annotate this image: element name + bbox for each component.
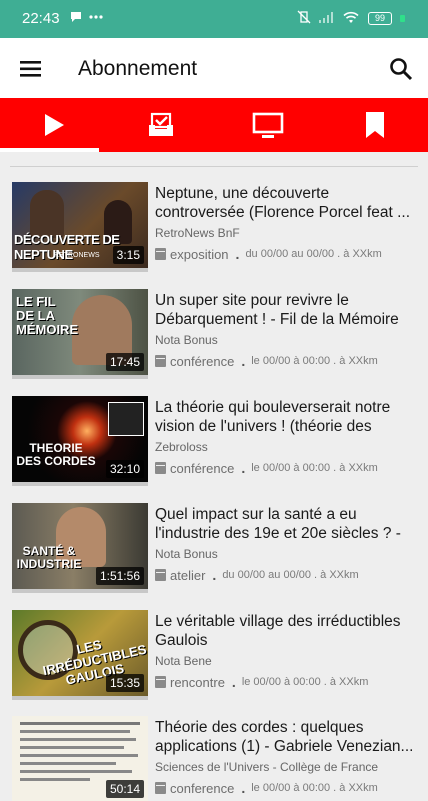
- video-thumbnail[interactable]: THEORIE DES CORDES 32:10: [12, 396, 148, 482]
- thumbnail-caption: SANTÉ & INDUSTRIE: [16, 544, 82, 571]
- menu-icon[interactable]: [18, 56, 44, 82]
- thumbnail-shadow: [12, 375, 148, 379]
- event-meta: exposition . du 00/00 au 00/00 . à XXkm: [155, 246, 382, 262]
- checkbox-tray-icon: [148, 112, 173, 136]
- status-time: 22:43: [22, 10, 60, 27]
- event-dates: du 00/00 au 00/00 . à XXkm: [222, 569, 359, 581]
- thumbnail-shadow: [12, 696, 148, 700]
- play-icon: [44, 114, 64, 136]
- tab-videos[interactable]: [0, 98, 107, 152]
- list-item[interactable]: THEORIE DES CORDES 32:10 La théorie qui …: [0, 396, 428, 500]
- tab-tasks[interactable]: [107, 98, 214, 152]
- app-bar: Abonnement: [0, 38, 428, 98]
- channel-name[interactable]: RetroNews BnF: [155, 226, 240, 240]
- list-divider: [10, 166, 418, 167]
- video-thumbnail[interactable]: 50:14: [12, 716, 148, 801]
- calendar-icon: [155, 782, 166, 794]
- event-dates: le 00/00 à 00:00 . à XXkm: [241, 676, 369, 688]
- thumbnail-shadow: [12, 589, 148, 593]
- thumbnail-subcaption: RETRONEWS: [54, 252, 100, 259]
- thumbnail-caption: LE FIL DE LA MÉMOIRE: [16, 294, 79, 337]
- video-thumbnail[interactable]: LE FIL DE LA MÉMOIRE 17:45: [12, 289, 148, 375]
- video-duration: 17:45: [105, 353, 144, 371]
- video-title[interactable]: Le véritable village des irréductibles G…: [155, 612, 417, 650]
- status-bar: 22:43 99: [0, 0, 428, 38]
- battery-indicator: 99: [368, 12, 392, 25]
- event-type: conférence: [170, 460, 235, 476]
- event-meta: rencontre . le 00/00 à 00:00 . à XXkm: [155, 674, 368, 690]
- channel-name[interactable]: Zebroloss: [155, 440, 208, 454]
- wifi-icon: [343, 11, 359, 23]
- search-icon[interactable]: [388, 56, 414, 82]
- video-duration: 1:51:56: [95, 567, 144, 585]
- video-duration: 15:35: [105, 674, 144, 692]
- event-type: rencontre: [170, 674, 225, 690]
- calendar-icon: [155, 248, 166, 260]
- bookmark-icon: [365, 112, 384, 138]
- calendar-icon: [155, 355, 166, 367]
- video-title[interactable]: Un super site pour revivre le Débarqueme…: [155, 291, 417, 329]
- event-dates: le 00/00 à 00:00 . à XXkm: [251, 355, 378, 367]
- battery-level: 99: [374, 13, 385, 23]
- separator-dot: .: [241, 460, 246, 476]
- separator-dot: .: [235, 246, 240, 262]
- event-meta: atelier . du 00/00 au 00/00 . à XXkm: [155, 567, 359, 583]
- event-meta: conférence . le 00/00 à 00:00 . à XXkm: [155, 460, 378, 476]
- event-dates: le 00/00 à 00:00 . à XXkm: [251, 462, 378, 474]
- separator-dot: .: [231, 674, 236, 690]
- list-item[interactable]: SANTÉ & INDUSTRIE 1:51:56 Quel impact su…: [0, 503, 428, 607]
- list-item[interactable]: 50:14 Théorie des cordes : quelques appl…: [0, 716, 428, 801]
- tab-bar: [0, 98, 428, 152]
- more-dots-icon: [89, 15, 103, 19]
- list-item[interactable]: LES IRRÉDUCTIBLES GAULOIS 15:35 Le vérit…: [0, 610, 428, 714]
- thumbnail-shadow: [12, 268, 148, 272]
- tv-icon: [252, 112, 283, 138]
- event-type: conférence: [170, 353, 235, 369]
- video-thumbnail[interactable]: SANTÉ & INDUSTRIE 1:51:56: [12, 503, 148, 589]
- calendar-icon: [155, 676, 166, 688]
- channel-name[interactable]: Nota Bonus: [155, 333, 218, 347]
- video-title[interactable]: Quel impact sur la santé a eu l'industri…: [155, 505, 417, 543]
- list-item[interactable]: LE FIL DE LA MÉMOIRE 17:45 Un super site…: [0, 289, 428, 393]
- video-duration: 3:15: [112, 246, 144, 264]
- chat-notification-icon: [71, 12, 81, 22]
- vibrate-off-icon: [297, 10, 311, 24]
- event-type: exposition: [170, 246, 229, 262]
- video-thumbnail[interactable]: LES IRRÉDUCTIBLES GAULOIS 15:35: [12, 610, 148, 696]
- page-title: Abonnement: [78, 57, 198, 80]
- thumbnail-caption: THEORIE DES CORDES: [16, 441, 96, 468]
- event-dates: le 00/00 à 00:00 . à XXkm: [251, 782, 378, 794]
- event-dates: du 00/00 au 00/00 . à XXkm: [245, 248, 382, 260]
- video-title[interactable]: La théorie qui bouleverserait notre visi…: [155, 398, 417, 436]
- thumbnail-shadow: [12, 482, 148, 486]
- tab-tv[interactable]: [214, 98, 321, 152]
- list-item[interactable]: DÉCOUVERTE DE NEPTUNE RETRONEWS 3:15 Nep…: [0, 182, 428, 286]
- channel-name[interactable]: Nota Bonus: [155, 547, 218, 561]
- charging-icon: [400, 15, 405, 22]
- separator-dot: .: [241, 353, 246, 369]
- separator-dot: .: [241, 780, 246, 796]
- video-duration: 32:10: [105, 460, 144, 478]
- video-duration: 50:14: [105, 780, 144, 798]
- video-title[interactable]: Théorie des cordes : quelques applicatio…: [155, 718, 417, 756]
- channel-name[interactable]: Nota Bene: [155, 654, 212, 668]
- calendar-icon: [155, 462, 166, 474]
- video-thumbnail[interactable]: DÉCOUVERTE DE NEPTUNE RETRONEWS 3:15: [12, 182, 148, 268]
- event-meta: conférence . le 00/00 à 00:00 . à XXkm: [155, 353, 378, 369]
- event-type: conference: [170, 780, 235, 796]
- event-meta: conference . le 00/00 à 00:00 . à XXkm: [155, 780, 378, 796]
- event-type: atelier: [170, 567, 206, 583]
- video-title[interactable]: Neptune, une découverte controversée (Fl…: [155, 184, 417, 222]
- calendar-icon: [155, 569, 166, 581]
- separator-dot: .: [212, 567, 217, 583]
- signal-icon: [319, 12, 333, 23]
- tab-saved[interactable]: [321, 98, 428, 152]
- channel-name[interactable]: Sciences de l'Univers - Collège de Franc…: [155, 760, 378, 774]
